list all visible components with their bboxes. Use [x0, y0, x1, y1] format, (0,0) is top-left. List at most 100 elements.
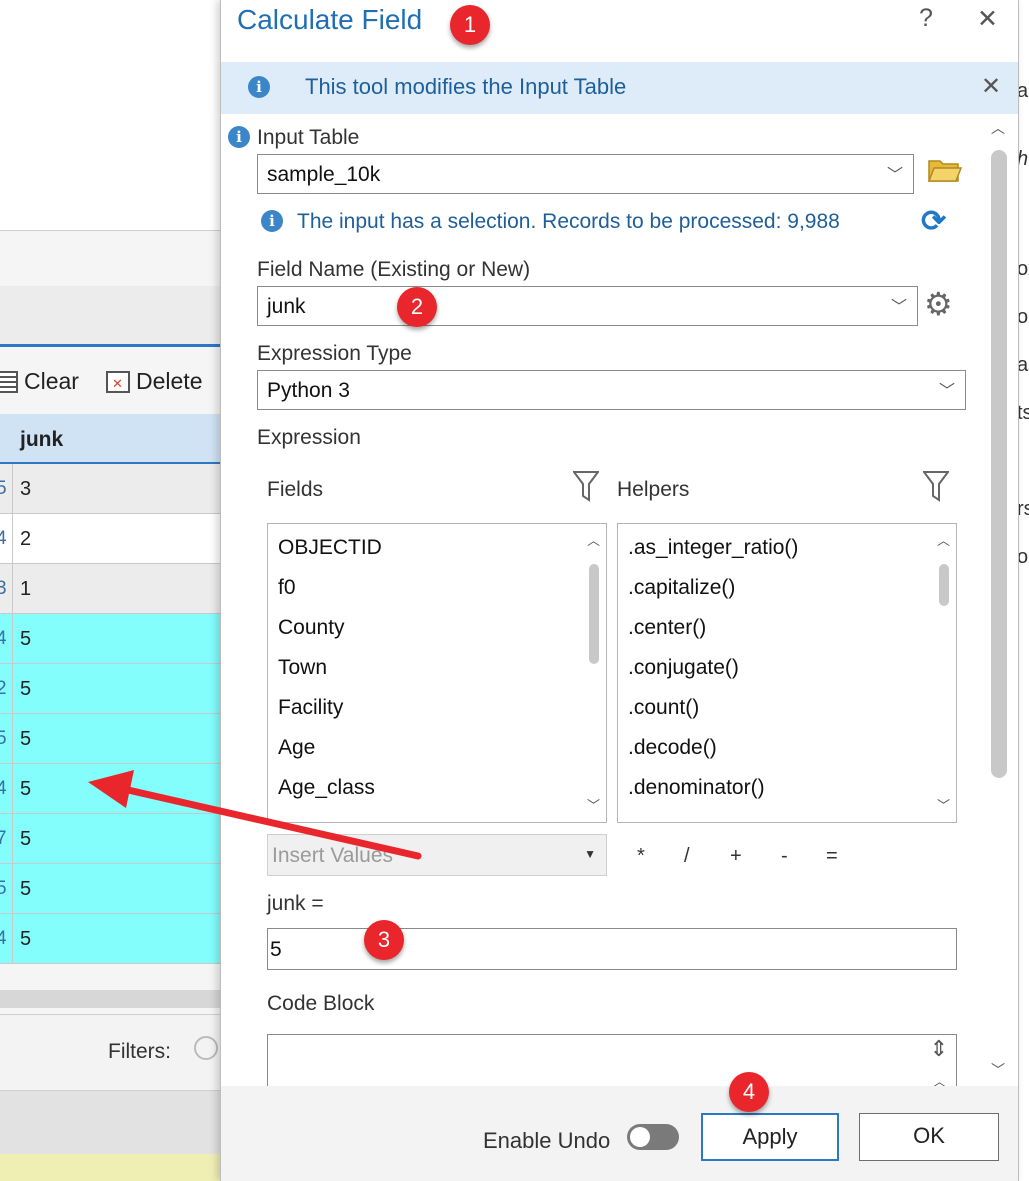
- fields-label: Fields: [267, 478, 324, 501]
- operator-equals-button[interactable]: =: [826, 845, 838, 868]
- row-id-fragment: 4: [0, 928, 6, 949]
- annotation-badge-2: 2: [397, 287, 437, 327]
- junk-cell[interactable]: 5: [20, 628, 31, 651]
- field-name-dropdown[interactable]: junk ﹀: [257, 286, 918, 326]
- cell-separator: [12, 814, 13, 863]
- helpers-list[interactable]: .as_integer_ratio() .capitalize() .cente…: [617, 523, 957, 823]
- fields-list-scrollbar[interactable]: ︿ ﹀: [582, 524, 606, 822]
- delete-selection-button[interactable]: Delete: [106, 368, 202, 395]
- cell-separator: [12, 564, 13, 613]
- help-button[interactable]: ?: [919, 4, 933, 33]
- filter-fields-icon[interactable]: [573, 470, 599, 502]
- close-button[interactable]: ✕: [977, 4, 998, 34]
- expression-type-value: Python 3: [267, 379, 350, 402]
- table-row[interactable]: 53: [0, 464, 220, 514]
- list-item[interactable]: .capitalize(): [628, 576, 735, 600]
- column-header-label: junk: [20, 428, 64, 451]
- attribute-table-toolbar: Clear Delete: [0, 356, 230, 410]
- list-item[interactable]: .denominator(): [628, 776, 765, 800]
- gear-icon[interactable]: ⚙: [924, 288, 953, 320]
- code-block-label: Code Block: [267, 992, 375, 1015]
- table-row-selected[interactable]: 45: [0, 914, 220, 964]
- table-row[interactable]: 42: [0, 514, 220, 564]
- input-table-dropdown[interactable]: sample_10k ﹀: [257, 154, 914, 194]
- list-item[interactable]: .decode(): [628, 736, 717, 760]
- table-row-selected[interactable]: 55: [0, 714, 220, 764]
- cell-separator: [12, 464, 13, 513]
- operator-multiply-button[interactable]: *: [637, 845, 645, 868]
- junk-cell[interactable]: 5: [20, 728, 31, 751]
- refresh-icon[interactable]: ⟳: [921, 205, 946, 239]
- enable-undo-toggle[interactable]: [627, 1124, 679, 1150]
- junk-cell[interactable]: 1: [20, 578, 31, 601]
- expression-type-label: Expression Type: [257, 342, 412, 365]
- cell-separator: [12, 914, 13, 963]
- operator-subtract-button[interactable]: -: [781, 845, 788, 868]
- fields-list[interactable]: OBJECTID f0 County Town Facility Age Age…: [267, 523, 607, 823]
- ok-button[interactable]: OK: [859, 1113, 999, 1161]
- list-item[interactable]: Age: [278, 736, 315, 760]
- junk-cell[interactable]: 2: [20, 528, 31, 551]
- list-item[interactable]: Age_class: [278, 776, 375, 800]
- helpers-list-scrollbar[interactable]: ︿ ﹀: [932, 524, 956, 822]
- selection-message: The input has a selection. Records to be…: [297, 210, 840, 233]
- list-item[interactable]: OBJECTID: [278, 536, 382, 560]
- scroll-down-icon[interactable]: ﹀: [587, 795, 600, 814]
- table-row-selected[interactable]: 75: [0, 814, 220, 864]
- banner-close-button[interactable]: ✕: [981, 72, 1001, 101]
- junk-cell[interactable]: 3: [20, 478, 31, 501]
- scroll-thumb[interactable]: [939, 564, 949, 606]
- insert-values-dropdown[interactable]: Insert Values ▼: [267, 834, 607, 876]
- scroll-up-icon[interactable]: ︿: [587, 530, 600, 549]
- list-item[interactable]: Facility: [278, 696, 343, 720]
- operator-add-button[interactable]: +: [730, 845, 742, 868]
- expression-field-label: junk =: [267, 892, 324, 915]
- row-id-fragment: 5: [0, 728, 6, 749]
- table-row-selected[interactable]: 45: [0, 764, 220, 814]
- junk-cell[interactable]: 5: [20, 928, 31, 951]
- list-item[interactable]: .as_integer_ratio(): [628, 536, 798, 560]
- list-item[interactable]: .center(): [628, 616, 706, 640]
- clear-selection-button[interactable]: Clear: [0, 368, 79, 395]
- input-table-label: Input Table: [257, 126, 360, 149]
- delete-label: Delete: [136, 368, 203, 394]
- dialog-scrollbar[interactable]: ︿ ﹀: [987, 114, 1013, 1084]
- list-item[interactable]: Town: [278, 656, 327, 680]
- filter-helpers-icon[interactable]: [923, 470, 949, 502]
- scroll-up-icon[interactable]: ︿: [937, 530, 950, 549]
- list-item[interactable]: .count(): [628, 696, 699, 720]
- info-icon: i: [261, 210, 283, 232]
- junk-cell[interactable]: 5: [20, 778, 31, 801]
- table-row-selected[interactable]: 45: [0, 614, 220, 664]
- expression-type-dropdown[interactable]: Python 3 ﹀: [257, 370, 966, 410]
- scroll-up-icon[interactable]: ︿: [991, 118, 1005, 138]
- time-filter-icon[interactable]: [194, 1036, 218, 1060]
- scroll-down-icon[interactable]: ﹀: [991, 1060, 1005, 1080]
- junk-cell[interactable]: 5: [20, 878, 31, 901]
- apply-button[interactable]: Apply: [701, 1113, 839, 1161]
- table-row-selected[interactable]: 55: [0, 864, 220, 914]
- column-header-junk[interactable]: junk: [0, 414, 220, 464]
- scroll-down-icon[interactable]: ﹀: [937, 795, 950, 814]
- table-row-selected[interactable]: 25: [0, 664, 220, 714]
- info-icon[interactable]: i: [228, 126, 250, 148]
- table-horizontal-scrollbar[interactable]: [0, 990, 222, 1008]
- scroll-thumb[interactable]: [589, 564, 599, 664]
- table-row[interactable]: 31: [0, 564, 220, 614]
- dialog-title: Calculate Field: [237, 4, 423, 35]
- folder-icon[interactable]: [928, 157, 962, 183]
- field-name-value: junk: [267, 295, 306, 318]
- list-item[interactable]: f0: [278, 576, 296, 600]
- row-id-fragment: 4: [0, 628, 6, 649]
- background-blank-area: [0, 0, 230, 230]
- junk-cell[interactable]: 5: [20, 678, 31, 701]
- junk-cell[interactable]: 5: [20, 828, 31, 851]
- attribute-table-tabstrip: [0, 286, 230, 347]
- scroll-thumb[interactable]: [991, 150, 1007, 778]
- operator-divide-button[interactable]: /: [684, 845, 690, 868]
- chevron-down-icon: ﹀: [938, 383, 955, 400]
- resize-icon[interactable]: ⇕: [930, 1037, 948, 1061]
- cell-separator: [12, 864, 13, 913]
- list-item[interactable]: County: [278, 616, 345, 640]
- list-item[interactable]: .conjugate(): [628, 656, 739, 680]
